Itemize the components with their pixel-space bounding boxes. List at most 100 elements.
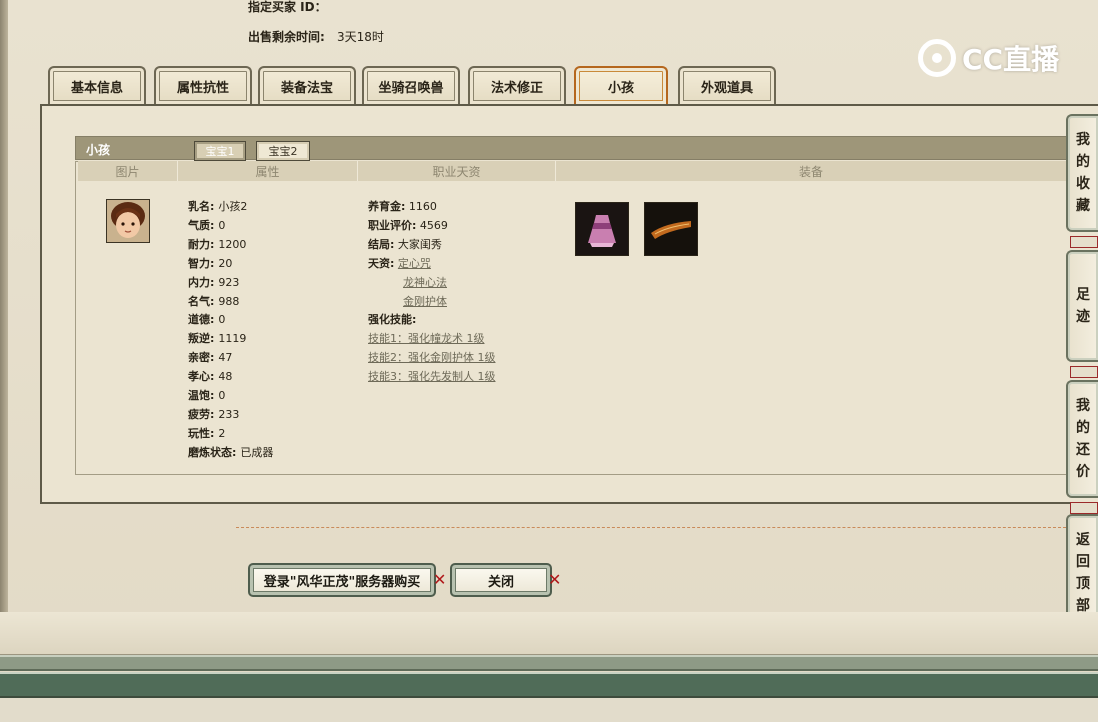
tab-equipment[interactable]: 装备法宝 (258, 66, 356, 104)
buy-button-x-icon: ✕ (433, 570, 447, 589)
attribute-label: 气质: (188, 218, 215, 232)
column-header-equipment: 装备 (556, 161, 1066, 181)
attribute-row: 智力: 20 (188, 255, 273, 274)
jieju-value: 大家闺秀 (397, 237, 442, 251)
tab-basic-info[interactable]: 基本信息 (48, 66, 146, 104)
pingjia-label: 职业评价: (368, 218, 417, 232)
attribute-row: 疲劳: 233 (188, 406, 273, 425)
skills-label: 强化技能: (368, 313, 417, 327)
attribute-value: 0 (218, 218, 226, 232)
subtab-baby-2[interactable]: 宝宝2 (256, 141, 310, 161)
attribute-value: 923 (218, 275, 240, 289)
attribute-row: 温饱: 0 (188, 387, 273, 406)
attribute-label: 疲劳: (188, 407, 215, 421)
side-nav-char: 回 (1076, 554, 1090, 570)
jieju-label: 结局: (368, 237, 395, 251)
seller-id-label: 指定买家 ID： (248, 0, 327, 14)
attribute-value: 小孩2 (218, 200, 248, 213)
attribute-row: 玩性: 2 (188, 425, 273, 444)
child-panel-header: 小孩 宝宝1 宝宝2 (75, 136, 1098, 161)
side-nav-footprints[interactable]: 足迹 (1066, 250, 1098, 362)
subtab-baby-1[interactable]: 宝宝1 (194, 141, 246, 161)
skill-link-2[interactable]: 技能2：强化金刚护体 1级 (368, 351, 496, 364)
attribute-value: 0 (218, 313, 226, 327)
talent-list: 养育金: 1160 职业评价: 4569 结局: 大家闺秀 天资: 定心咒 龙神… (368, 198, 496, 387)
column-header-image: 图片 (78, 161, 178, 181)
footer-green-band (0, 672, 1098, 696)
equipment-slot-instrument[interactable] (644, 202, 698, 256)
tianzi-link-2[interactable]: 龙神心法 (403, 276, 447, 289)
tab-spell-modifiers[interactable]: 法术修正 (468, 66, 566, 104)
attribute-label: 孝心: (188, 370, 215, 384)
attribute-value: 48 (218, 370, 233, 384)
child-panel-title: 小孩 (86, 143, 111, 157)
tab-appearance-items[interactable]: 外观道具 (678, 66, 776, 104)
attribute-row: 乳名: 小孩2 (188, 198, 273, 217)
attribute-label: 智力: (188, 256, 215, 270)
skills-heading-row: 强化技能: (368, 311, 496, 330)
side-nav-my-offers[interactable]: 我的还价 (1066, 380, 1098, 498)
side-nav-char: 的 (1076, 154, 1090, 170)
attribute-label: 亲密: (188, 351, 215, 365)
tab-mounts-summons[interactable]: 坐骑召唤兽 (362, 66, 460, 104)
yangyujin-value: 1160 (408, 200, 437, 213)
seller-id-row: 指定买家 ID： (248, 0, 327, 15)
side-nav-char: 顶 (1076, 576, 1090, 592)
yangyujin-label: 养育金: (368, 200, 406, 213)
talent-row-tianzi-2: 龙神心法 (368, 274, 496, 293)
attribute-value: 2 (218, 426, 226, 440)
attribute-label: 内力: (188, 275, 215, 289)
side-nav-char: 价 (1076, 464, 1090, 480)
column-header-talent: 职业天资 (358, 161, 556, 181)
footer-link-strip (0, 696, 1098, 722)
attribute-label: 道德: (188, 313, 215, 327)
attribute-value: 988 (218, 294, 240, 308)
attribute-value: 0 (218, 389, 226, 403)
tianzi-link-1[interactable]: 定心咒 (398, 257, 431, 270)
attribute-row: 孝心: 48 (188, 368, 273, 387)
footer-frame-band (0, 655, 1098, 671)
side-nav-knot (1070, 366, 1098, 378)
cc-logo-text: CC直播 (962, 43, 1060, 76)
skill-link-3[interactable]: 技能3：强化先发制人 1级 (368, 370, 496, 383)
attribute-label: 乳名: (188, 200, 215, 213)
close-button-x-icon: ✕ (548, 570, 562, 589)
talent-row-jieju: 结局: 大家闺秀 (368, 236, 496, 255)
attribute-value: 47 (218, 351, 233, 365)
side-nav-knot (1070, 502, 1098, 514)
attribute-row: 道德: 0 (188, 311, 273, 330)
skill-row-2: 技能2：强化金刚护体 1级 (368, 349, 496, 368)
attribute-label: 叛逆: (188, 332, 215, 346)
equipment-slot-robe[interactable] (575, 202, 629, 256)
talent-row-tianzi-3: 金刚护体 (368, 293, 496, 312)
attribute-value: 20 (218, 256, 233, 270)
cc-logo-icon (918, 39, 956, 77)
attribute-list: 乳名: 小孩2 气质: 0 耐力: 1200 智力: 20 内力: 923 名气: 988 道德: 0 叛逆… (188, 198, 273, 463)
side-nav-char: 返 (1076, 532, 1090, 548)
tianzi-link-3[interactable]: 金刚护体 (403, 295, 447, 308)
attribute-value: 1200 (218, 237, 247, 251)
skill-link-1[interactable]: 技能1：强化幢龙术 1级 (368, 332, 485, 345)
time-left-row: 出售剩余时间: 3天18时 (248, 28, 384, 45)
attribute-label: 磨炼状态: (188, 445, 237, 459)
robe-item-icon (576, 203, 628, 255)
talent-row-pingjia: 职业评价: 4569 (368, 217, 496, 236)
side-nav-char: 我 (1076, 398, 1090, 414)
attribute-value: 已成器 (240, 445, 274, 459)
time-left-value: 3天18时 (337, 30, 384, 44)
login-buy-button[interactable]: 登录"风华正茂"服务器购买 (248, 563, 436, 597)
tab-attribute-resist[interactable]: 属性抗性 (154, 66, 252, 104)
tab-child[interactable]: 小孩 (574, 66, 668, 104)
side-nav-char: 足 (1076, 287, 1090, 303)
talent-row-tianzi: 天资: 定心咒 (368, 255, 496, 274)
left-frame-border (0, 0, 8, 640)
footer-paper-band (0, 612, 1098, 655)
side-nav-char: 的 (1076, 420, 1090, 436)
close-button[interactable]: 关闭 (450, 563, 552, 597)
attribute-row: 名气: 988 (188, 293, 273, 312)
attribute-row: 内力: 923 (188, 274, 273, 293)
tianzi-label: 天资: (368, 256, 395, 270)
talent-row-yangyujin: 养育金: 1160 (368, 198, 496, 217)
attribute-label: 名气: (188, 294, 215, 308)
side-nav-favorites[interactable]: 我的收藏 (1066, 114, 1098, 232)
